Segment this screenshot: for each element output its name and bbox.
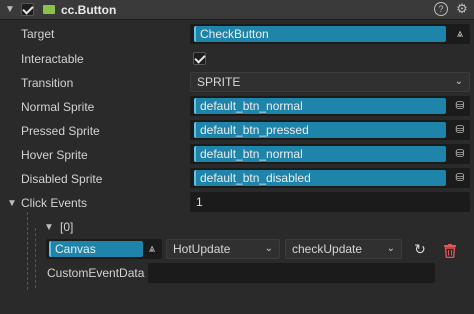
disabled-sprite-field[interactable]: default_btn_disabled ⛁ bbox=[190, 168, 470, 188]
node-picker-icon[interactable]: ⩓ bbox=[450, 24, 470, 44]
disabled-sprite-label: Disabled Sprite bbox=[21, 172, 103, 186]
event-item-chevron-icon[interactable]: ▼ bbox=[44, 222, 54, 233]
event-handler-value: checkUpdate bbox=[292, 242, 363, 256]
component-enabled-checkbox[interactable] bbox=[21, 3, 34, 16]
hover-sprite-value: default_btn_normal bbox=[194, 146, 446, 162]
target-node-value: CheckButton bbox=[194, 26, 446, 42]
event-index-label: [0] bbox=[60, 220, 74, 234]
tree-guide-line bbox=[27, 212, 28, 290]
interactable-label: Interactable bbox=[21, 52, 84, 66]
pressed-sprite-value: default_btn_pressed bbox=[194, 122, 446, 138]
click-events-label: Click Events bbox=[21, 196, 88, 210]
target-field[interactable]: CheckButton ⩓ bbox=[190, 24, 470, 44]
custom-event-data-label: CustomEventData bbox=[47, 266, 145, 280]
target-label: Target bbox=[21, 27, 55, 41]
chevron-down-icon: ⌄ bbox=[386, 243, 395, 254]
refresh-icon[interactable]: ↻ bbox=[411, 239, 429, 259]
click-events-count-input[interactable]: 1 bbox=[190, 192, 470, 212]
pressed-sprite-label: Pressed Sprite bbox=[21, 124, 100, 138]
disabled-sprite-value: default_btn_disabled bbox=[194, 170, 446, 186]
normal-sprite-label: Normal Sprite bbox=[21, 100, 95, 114]
hover-sprite-label: Hover Sprite bbox=[21, 148, 88, 162]
asset-locate-icon[interactable]: ⛁ bbox=[450, 168, 470, 188]
transition-select[interactable]: SPRITE ⌄ bbox=[190, 72, 470, 92]
delete-icon[interactable] bbox=[444, 244, 456, 259]
asset-locate-icon[interactable]: ⛁ bbox=[450, 96, 470, 116]
hover-sprite-field[interactable]: default_btn_normal ⛁ bbox=[190, 144, 470, 164]
event-target-value: Canvas bbox=[49, 241, 143, 257]
collapse-chevron-icon[interactable]: ▼ bbox=[5, 4, 15, 15]
asset-locate-icon[interactable]: ⛁ bbox=[450, 120, 470, 140]
chevron-down-icon: ⌄ bbox=[264, 243, 273, 254]
click-events-chevron-icon[interactable]: ▼ bbox=[7, 198, 17, 209]
event-handler-select[interactable]: checkUpdate ⌄ bbox=[285, 239, 402, 259]
event-component-value: HotUpdate bbox=[173, 242, 231, 256]
event-target-field[interactable]: Canvas ⩓ bbox=[46, 239, 162, 259]
interactable-checkbox[interactable] bbox=[193, 52, 206, 65]
settings-icon[interactable]: ⚙ bbox=[454, 1, 470, 17]
node-picker-icon[interactable]: ⩓ bbox=[142, 239, 162, 259]
event-component-select[interactable]: HotUpdate ⌄ bbox=[166, 239, 280, 259]
component-title: cc.Button bbox=[61, 3, 117, 17]
transition-value: SPRITE bbox=[197, 75, 241, 89]
component-icon bbox=[43, 5, 55, 14]
chevron-down-icon: ⌄ bbox=[454, 76, 463, 87]
pressed-sprite-field[interactable]: default_btn_pressed ⛁ bbox=[190, 120, 470, 140]
asset-locate-icon[interactable]: ⛁ bbox=[450, 144, 470, 164]
normal-sprite-field[interactable]: default_btn_normal ⛁ bbox=[190, 96, 470, 116]
help-icon[interactable]: ? bbox=[434, 2, 448, 16]
custom-event-data-input[interactable] bbox=[148, 263, 435, 283]
tree-guide-line bbox=[35, 228, 36, 288]
transition-label: Transition bbox=[21, 76, 74, 90]
normal-sprite-value: default_btn_normal bbox=[194, 98, 446, 114]
